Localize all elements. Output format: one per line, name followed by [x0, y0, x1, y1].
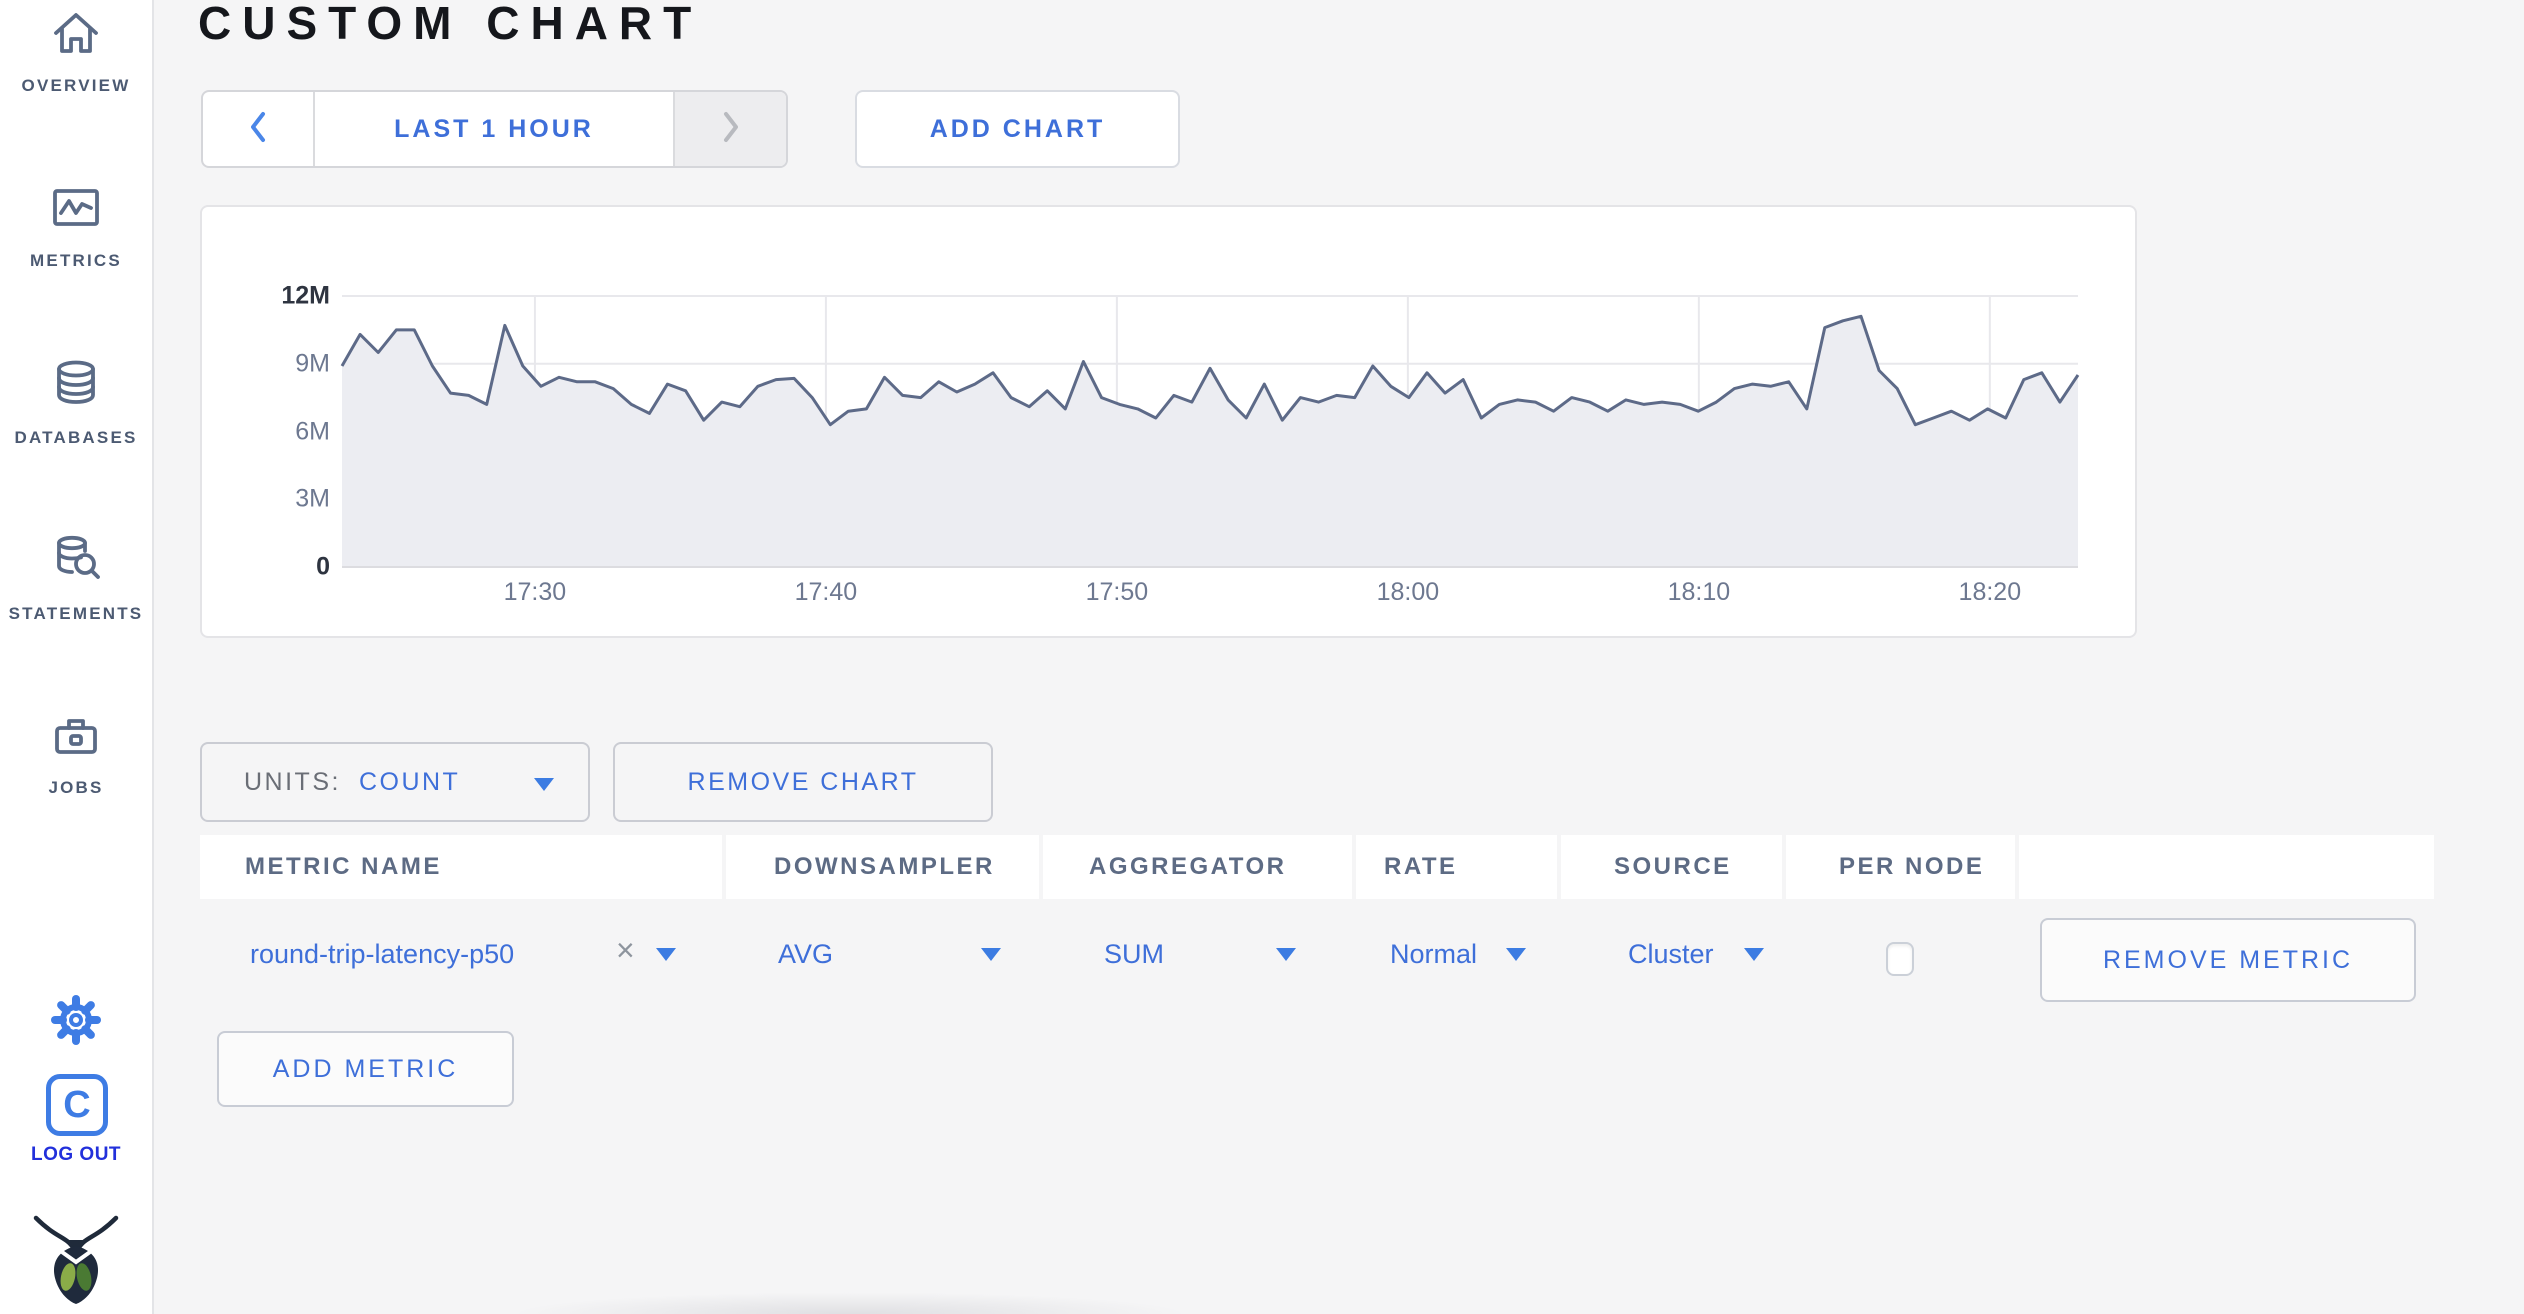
sidebar-item-overview[interactable] — [0, 6, 152, 67]
x-tick-label: 18:20 — [1958, 578, 2022, 606]
column-header-metric-name: METRIC NAME — [200, 835, 722, 899]
sidebar-item-statements-label[interactable]: STATEMENTS — [0, 604, 152, 624]
source-caret-icon[interactable] — [1744, 948, 1764, 961]
metric-name-caret-icon[interactable] — [656, 948, 676, 961]
jobs-icon — [48, 708, 104, 769]
database-icon — [48, 356, 104, 417]
custom-chart-page: OVERVIEW METRICS DATABASES STATEMENTS JO… — [0, 0, 2524, 1314]
column-header-aggregator: AGGREGATOR — [1043, 835, 1352, 899]
column-header-source: SOURCE — [1561, 835, 1782, 899]
x-tick-label: 18:10 — [1667, 578, 1731, 606]
column-header-rate: RATE — [1356, 835, 1557, 899]
sidebar-item-databases[interactable] — [0, 356, 152, 417]
y-tick-label: 9M — [295, 349, 330, 378]
sidebar: OVERVIEW METRICS DATABASES STATEMENTS JO… — [0, 0, 154, 1314]
chevron-right-icon — [717, 105, 745, 154]
bottom-shadow — [510, 1292, 1190, 1314]
sidebar-item-metrics[interactable] — [0, 180, 152, 241]
column-header-per-node: PER NODE — [1786, 835, 2015, 899]
metric-name-select[interactable]: round-trip-latency-p50 — [250, 936, 514, 972]
source-select[interactable]: Cluster — [1628, 936, 1714, 972]
x-tick-label: 17:30 — [503, 578, 567, 606]
gear-icon — [48, 992, 104, 1053]
column-header-downsampler: DOWNSAMPLER — [726, 835, 1039, 899]
rate-caret-icon[interactable] — [1506, 948, 1526, 961]
aggregator-select[interactable]: SUM — [1104, 936, 1164, 972]
units-label: UNITS: — [244, 767, 341, 796]
sidebar-item-metrics-label[interactable]: METRICS — [0, 251, 152, 271]
y-tick-label: 6M — [295, 417, 330, 445]
sidebar-item-overview-label[interactable]: OVERVIEW — [0, 76, 152, 96]
home-icon — [48, 6, 104, 67]
y-tick-label: 3M — [295, 484, 330, 513]
sidebar-item-databases-label[interactable]: DATABASES — [0, 428, 152, 448]
cockroach-c-icon[interactable]: C — [46, 1074, 108, 1136]
remove-metric-button[interactable]: REMOVE METRIC — [2040, 918, 2416, 1002]
chevron-down-icon — [534, 778, 554, 791]
units-dropdown[interactable]: UNITS: COUNT — [200, 742, 590, 822]
time-range-back-button[interactable] — [203, 92, 315, 166]
settings-button[interactable] — [0, 992, 152, 1053]
add-metric-button[interactable]: ADD METRIC — [217, 1031, 514, 1107]
time-range-control: LAST 1 HOUR — [201, 90, 788, 168]
x-tick-label: 17:40 — [794, 578, 858, 606]
chevron-left-icon — [244, 105, 272, 154]
remove-chart-button[interactable]: REMOVE CHART — [613, 742, 993, 822]
time-range-forward-button[interactable] — [673, 92, 786, 166]
column-header-actions — [2019, 835, 2434, 899]
clear-metric-icon[interactable]: × — [616, 932, 635, 968]
statements-icon — [48, 530, 104, 591]
x-tick-label: 18:00 — [1376, 578, 1440, 606]
chart-card: 0 3M 6M 9M 12M 17:30 17:40 17:50 18:00 18:10 18:2… — [200, 205, 2137, 638]
y-tick-label: 12M — [281, 281, 330, 310]
sidebar-item-statements[interactable] — [0, 530, 152, 591]
sidebar-item-jobs-label[interactable]: JOBS — [0, 778, 152, 798]
downsampler-select[interactable]: AVG — [778, 936, 833, 972]
cockroach-bug-icon — [30, 1215, 122, 1310]
metrics-icon — [48, 180, 104, 241]
units-value: COUNT — [358, 767, 461, 796]
downsampler-caret-icon[interactable] — [981, 948, 1001, 961]
sidebar-item-jobs[interactable] — [0, 708, 152, 769]
per-node-checkbox[interactable] — [1886, 942, 1914, 976]
aggregator-caret-icon[interactable] — [1276, 948, 1296, 961]
y-tick-label: 0 — [316, 552, 330, 581]
x-tick-label: 17:50 — [1085, 578, 1149, 606]
rate-select[interactable]: Normal — [1390, 936, 1477, 972]
time-range-dropdown[interactable]: LAST 1 HOUR — [315, 92, 673, 166]
chart-plot[interactable] — [340, 295, 2080, 568]
add-chart-button[interactable]: ADD CHART — [855, 90, 1180, 168]
logout-button[interactable]: LOG OUT — [0, 1144, 152, 1166]
cockroach-logo — [0, 1210, 152, 1311]
page-title: CUSTOM CHART — [198, 0, 703, 49]
